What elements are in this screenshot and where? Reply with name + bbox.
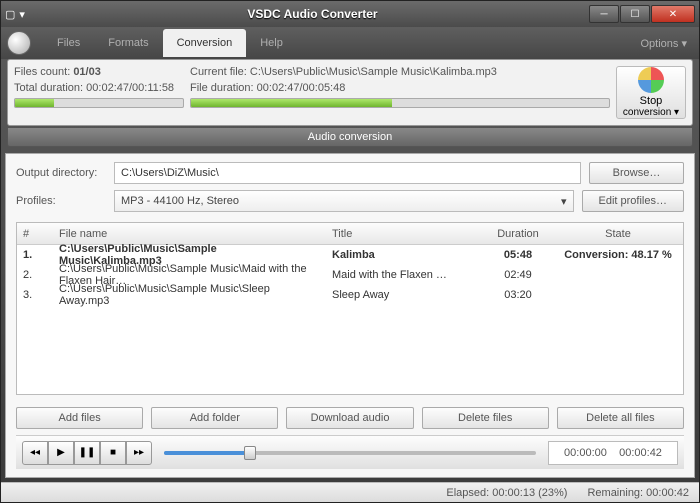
col-title[interactable]: Title — [326, 228, 483, 240]
profiles-label: Profiles: — [16, 195, 106, 207]
pause-button[interactable]: ❚❚ — [74, 441, 100, 465]
elapsed-value: 00:00:13 (23%) — [492, 487, 567, 499]
options-menu[interactable]: Options ▾ — [297, 37, 693, 50]
play-button[interactable]: ▶ — [48, 441, 74, 465]
add-folder-button[interactable]: Add folder — [151, 407, 278, 429]
output-dir-label: Output directory: — [16, 167, 106, 179]
profile-dropdown[interactable]: MP3 - 44100 Hz, Stereo ▾ — [114, 190, 574, 212]
close-button[interactable]: ✕ — [651, 5, 695, 23]
time-left: 00:00:00 — [564, 447, 607, 459]
delete-files-button[interactable]: Delete files — [422, 407, 549, 429]
app-logo-icon — [7, 31, 31, 55]
profile-value: MP3 - 44100 Hz, Stereo — [121, 195, 239, 207]
stop-conv-label: conversion ▾ — [623, 107, 679, 118]
maximize-button[interactable]: ☐ — [620, 5, 650, 23]
main-content: Output directory: Browse… Profiles: MP3 … — [5, 153, 695, 478]
time-right: 00:00:42 — [619, 447, 662, 459]
col-duration[interactable]: Duration — [483, 228, 553, 240]
player-bar: ◂◂ ▶ ❚❚ ■ ▸▸ 00:00:00 00:00:42 — [16, 435, 684, 469]
browse-button[interactable]: Browse… — [589, 162, 684, 184]
minimize-button[interactable]: ─ — [589, 5, 619, 23]
tab-help[interactable]: Help — [246, 29, 297, 57]
file-table: # File name Title Duration State 1.C:\Us… — [16, 222, 684, 395]
table-row[interactable]: 2.C:\Users\Public\Music\Sample Music\Mai… — [17, 265, 683, 285]
files-count-label: Files count: — [14, 66, 70, 78]
cell-state: Conversion: 48.17 % — [553, 249, 683, 261]
file-progress-bar — [190, 98, 610, 108]
col-num[interactable]: # — [17, 228, 53, 240]
total-duration: 00:02:47/00:11:58 — [86, 82, 174, 94]
add-files-button[interactable]: Add files — [16, 407, 143, 429]
stop-icon — [638, 67, 664, 93]
next-button[interactable]: ▸▸ — [126, 441, 152, 465]
current-file-label: Current file: — [190, 66, 247, 78]
tab-conversion[interactable]: Conversion — [163, 29, 247, 57]
cell-duration: 02:49 — [483, 269, 553, 281]
table-row[interactable]: 3.C:\Users\Public\Music\Sample Music\Sle… — [17, 285, 683, 305]
file-progress-fill — [191, 99, 392, 107]
col-filename[interactable]: File name — [53, 228, 326, 240]
files-count: 01/03 — [73, 66, 101, 78]
col-state[interactable]: State — [553, 228, 683, 240]
seek-fill — [164, 451, 250, 455]
time-display: 00:00:00 00:00:42 — [548, 441, 678, 465]
cell-filename: C:\Users\Public\Music\Sample Music\Sleep… — [53, 283, 326, 307]
cell-num: 2. — [17, 269, 53, 281]
status-panel: Files count: 01/03 Total duration: 00:02… — [7, 59, 693, 126]
table-header: # File name Title Duration State — [17, 223, 683, 245]
prev-button[interactable]: ◂◂ — [22, 441, 48, 465]
sys-dropdown-icon[interactable]: ▾ — [19, 8, 25, 21]
sys-icon: ▢ — [5, 8, 15, 21]
stop-button[interactable]: ■ — [100, 441, 126, 465]
seek-slider[interactable] — [164, 451, 536, 455]
table-row[interactable]: 1.C:\Users\Public\Music\Sample Music\Kal… — [17, 245, 683, 265]
window-title: VSDC Audio Converter — [37, 7, 588, 21]
status-banner: Audio conversion — [7, 128, 693, 147]
cell-num: 3. — [17, 289, 53, 301]
titlebar[interactable]: ▢ ▾ VSDC Audio Converter ─ ☐ ✕ — [1, 1, 699, 27]
menubar: Files Formats Conversion Help Options ▾ — [1, 27, 699, 59]
status-line: Elapsed: 00:00:13 (23%) Remaining: 00:00… — [1, 482, 699, 502]
elapsed-label: Elapsed: — [446, 487, 489, 499]
cell-duration: 05:48 — [483, 249, 553, 261]
app-window: ▢ ▾ VSDC Audio Converter ─ ☐ ✕ Files For… — [0, 0, 700, 503]
current-file: C:\Users\Public\Music\Sample Music\Kalim… — [250, 66, 497, 78]
cell-title: Sleep Away — [326, 289, 483, 301]
stop-conversion-button[interactable]: Stop conversion ▾ — [616, 66, 686, 119]
total-progress-fill — [15, 99, 54, 107]
cell-title: Maid with the Flaxen … — [326, 269, 483, 281]
output-dir-input[interactable] — [114, 162, 581, 184]
seek-handle[interactable] — [244, 446, 256, 460]
edit-profiles-button[interactable]: Edit profiles… — [582, 190, 684, 212]
total-duration-label: Total duration: — [14, 82, 83, 94]
stop-label: Stop — [640, 95, 663, 107]
file-duration: 00:02:47/00:05:48 — [257, 82, 346, 94]
cell-duration: 03:20 — [483, 289, 553, 301]
tab-files[interactable]: Files — [43, 29, 94, 57]
download-audio-button[interactable]: Download audio — [286, 407, 413, 429]
delete-all-button[interactable]: Delete all files — [557, 407, 684, 429]
table-body: 1.C:\Users\Public\Music\Sample Music\Kal… — [17, 245, 683, 305]
cell-num: 1. — [17, 249, 53, 261]
chevron-down-icon: ▾ — [561, 195, 567, 208]
tab-formats[interactable]: Formats — [94, 29, 162, 57]
total-progress-bar — [14, 98, 184, 108]
sys-icon-area: ▢ ▾ — [5, 8, 25, 21]
remaining-label: Remaining: — [587, 487, 643, 499]
file-duration-label: File duration: — [190, 82, 254, 94]
cell-title: Kalimba — [326, 249, 483, 261]
remaining-value: 00:00:42 — [646, 487, 689, 499]
